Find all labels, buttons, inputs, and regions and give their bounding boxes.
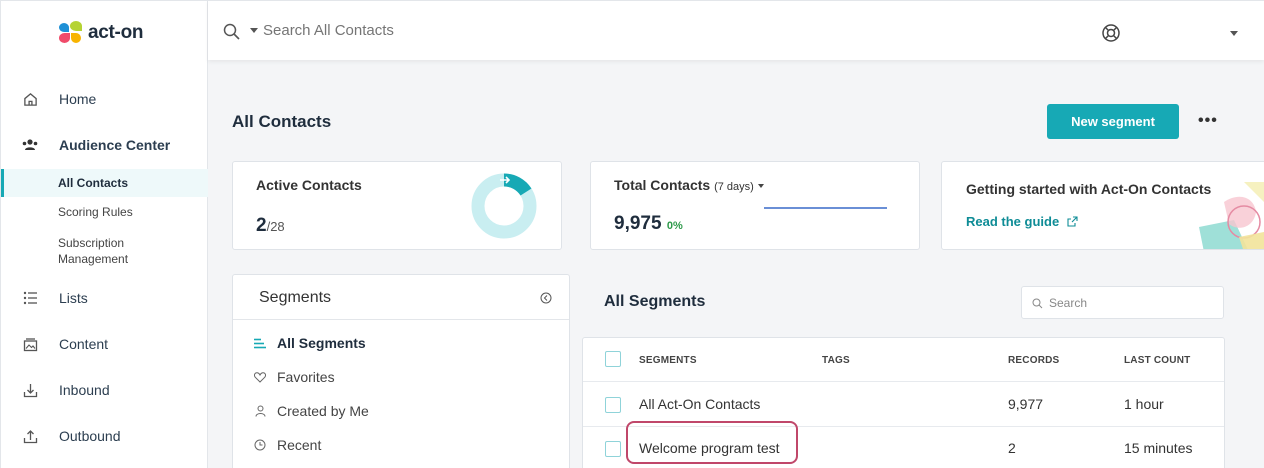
segments-panel-title: Segments	[259, 289, 332, 306]
nav-lists-label: Lists	[59, 290, 88, 306]
nav-inbound[interactable]: Inbound	[1, 380, 208, 400]
segment-filter-favorites-label: Favorites	[277, 369, 335, 385]
sidebar-item-all-contacts[interactable]: All Contacts	[1, 169, 208, 197]
getting-started-title: Getting started with Act-On Contacts	[966, 181, 1212, 197]
nav-lists[interactable]: Lists	[1, 288, 208, 308]
external-link-icon	[1067, 216, 1078, 227]
row-checkbox[interactable]	[605, 441, 621, 457]
segment-filter-recent[interactable]: Recent	[253, 437, 321, 453]
total-contacts-value-wrap: 9,975 0%	[614, 213, 683, 235]
nav-audience-center[interactable]: Audience Center	[1, 135, 208, 155]
clock-icon	[253, 439, 267, 451]
column-header-last-count[interactable]: LAST COUNT	[1124, 355, 1190, 366]
segment-last-count: 15 minutes	[1124, 440, 1193, 456]
select-all-checkbox[interactable]	[605, 351, 621, 367]
nav-outbound-label: Outbound	[59, 428, 121, 444]
segment-filter-favorites[interactable]: Favorites	[253, 369, 335, 385]
sidebar-item-scoring-rules[interactable]: Scoring Rules	[1, 205, 208, 219]
collapse-panel-icon[interactable]	[540, 291, 552, 309]
segment-filter-all-label: All Segments	[277, 335, 366, 351]
act-on-logo-icon	[56, 21, 86, 45]
nav-content[interactable]: Content	[1, 334, 208, 354]
total-contacts-value: 9,975	[614, 213, 662, 234]
all-segments-title: All Segments	[604, 293, 706, 310]
column-header-tags[interactable]: TAGS	[822, 355, 850, 366]
segment-filter-recent-label: Recent	[277, 437, 322, 453]
nav-home-label: Home	[59, 91, 97, 107]
segment-records: 9,977	[1008, 396, 1044, 412]
active-contacts-count: 2	[256, 215, 267, 236]
read-guide-label: Read the guide	[966, 214, 1060, 229]
brand-name: act-on	[88, 22, 144, 43]
person-icon	[253, 405, 267, 417]
total-contacts-title: Total Contacts (7 days)	[614, 177, 764, 193]
segment-filter-created-by-me-label: Created by Me	[277, 403, 369, 419]
heart-icon	[253, 371, 267, 383]
highlight-annotation-box	[626, 421, 798, 464]
help-lifebuoy-icon[interactable]	[1101, 23, 1121, 48]
active-contacts-donut	[471, 173, 537, 239]
getting-started-card: Getting started with Act-On Contacts Rea…	[941, 161, 1264, 250]
list-lines-icon	[253, 338, 267, 349]
search-scope-caret-icon[interactable]	[250, 28, 258, 33]
active-contacts-card: Active Contacts 2/28	[232, 161, 562, 250]
page-title: All Contacts	[232, 112, 332, 131]
nav-home[interactable]: Home	[1, 89, 208, 109]
segment-name[interactable]: All Act-On Contacts	[639, 396, 760, 412]
table-header-row: SEGMENTS TAGS RECORDS LAST COUNT	[583, 338, 1224, 382]
search-icon[interactable]	[223, 23, 241, 46]
nav-audience-center-label: Audience Center	[59, 137, 171, 153]
read-guide-link[interactable]: Read the guide	[966, 214, 1078, 229]
nav-content-label: Content	[59, 336, 109, 352]
total-contacts-card: Total Contacts (7 days) 9,975 0%	[590, 161, 920, 250]
active-contacts-title: Active Contacts	[256, 177, 362, 193]
total-contacts-period[interactable]: (7 days)	[714, 181, 754, 193]
nav-inbound-label: Inbound	[59, 382, 110, 398]
segment-filter-all[interactable]: All Segments	[253, 335, 366, 351]
column-header-segments[interactable]: SEGMENTS	[639, 355, 697, 366]
content-icon	[22, 336, 38, 352]
period-caret-icon[interactable]	[757, 184, 764, 189]
segment-filter-created-by-me[interactable]: Created by Me	[253, 403, 369, 419]
inbound-icon	[22, 382, 38, 398]
decorative-shapes-illustration	[1199, 182, 1264, 249]
outbound-icon	[22, 428, 38, 444]
nav-outbound[interactable]: Outbound	[1, 426, 208, 446]
segments-panel-header: Segments	[233, 275, 569, 320]
total-contacts-sparkline	[764, 207, 887, 209]
home-icon	[22, 91, 38, 107]
segments-panel: Segments All Segments Favorites Created …	[232, 274, 570, 468]
new-segment-button[interactable]: New segment	[1047, 104, 1179, 139]
segment-records: 2	[1008, 440, 1016, 456]
people-icon	[22, 137, 38, 153]
more-options-button[interactable]: •••	[1198, 112, 1218, 130]
sidebar-item-subscription[interactable]: Subscription	[1, 236, 208, 250]
sidebar-item-management[interactable]: Management	[1, 252, 208, 266]
list-icon	[22, 290, 38, 306]
segment-search-box[interactable]: Search	[1021, 286, 1224, 319]
total-contacts-change: 0%	[666, 220, 683, 232]
search-icon	[1032, 296, 1043, 314]
active-contacts-value: 2/28	[256, 215, 285, 237]
column-header-records[interactable]: RECORDS	[1008, 355, 1059, 366]
top-bar	[208, 0, 1264, 60]
segment-last-count: 1 hour	[1124, 396, 1164, 412]
user-menu-caret-icon[interactable]	[1230, 31, 1238, 36]
total-contacts-title-text: Total Contacts	[614, 177, 711, 193]
main-content: All Contacts New segment ••• Active Cont…	[208, 60, 1264, 468]
search-contacts-input[interactable]	[263, 22, 563, 39]
active-contacts-total: /28	[266, 219, 285, 234]
sidebar: act-on Home Audience Center All Contacts…	[0, 0, 208, 468]
segment-search-placeholder: Search	[1049, 296, 1088, 310]
act-on-logo[interactable]: act-on	[56, 21, 144, 45]
row-checkbox[interactable]	[605, 397, 621, 413]
